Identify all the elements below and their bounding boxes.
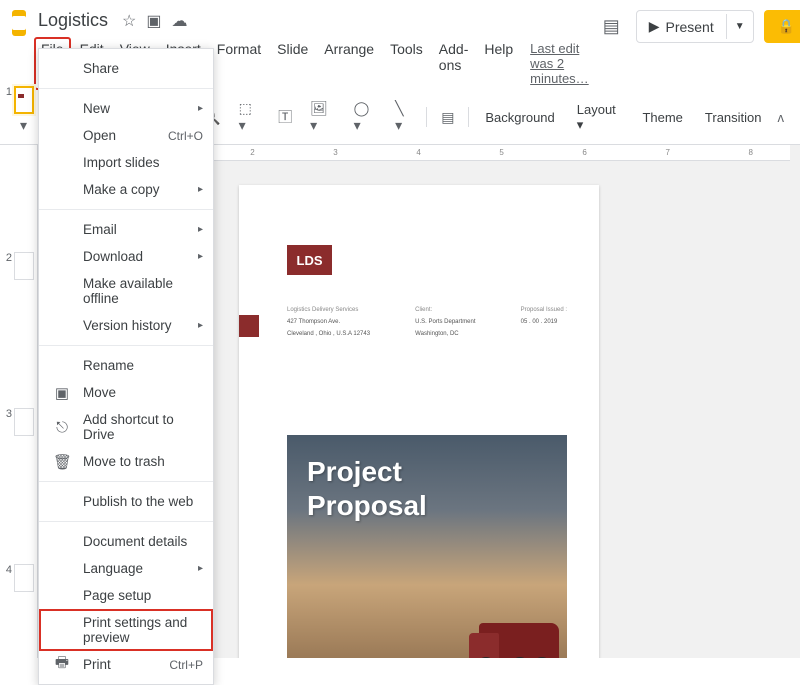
truck-graphic	[419, 607, 559, 658]
document-title[interactable]: Logistics	[34, 8, 112, 33]
cloud-status-icon: ☁	[172, 11, 188, 31]
folder-icon: ▣	[53, 384, 71, 402]
menu-item-print[interactable]: 🖶PrintCtrl+P	[39, 651, 213, 678]
menu-item-add-shortcut[interactable]: ⎋Add shortcut to Drive	[39, 406, 213, 448]
menu-item-language[interactable]: Language▸	[39, 555, 213, 582]
select-button[interactable]: ⬚ ▾	[231, 94, 268, 140]
transition-button[interactable]: Transition	[695, 104, 772, 131]
line-button[interactable]: ╲ ▾	[387, 94, 420, 140]
menu-help[interactable]: Help	[477, 37, 520, 90]
thumb-number: 2	[2, 252, 14, 264]
comments-icon[interactable]: ▤	[597, 10, 626, 43]
lock-icon: 🔒	[778, 18, 795, 35]
menu-item-download[interactable]: Download▸	[39, 243, 213, 270]
submenu-arrow-icon: ▸	[198, 224, 203, 235]
menu-item-page-setup[interactable]: Page setup	[39, 582, 213, 609]
comment-button[interactable]: ▤	[433, 103, 462, 132]
slide-thumbnail-2[interactable]	[14, 252, 34, 280]
menu-item-doc-details[interactable]: Document details	[39, 528, 213, 555]
drive-shortcut-icon: ⎋	[53, 419, 71, 436]
menu-item-publish[interactable]: Publish to the web	[39, 488, 213, 515]
submenu-arrow-icon: ▸	[198, 251, 203, 262]
menu-item-open[interactable]: OpenCtrl+O	[39, 122, 213, 149]
menu-item-rename[interactable]: Rename	[39, 352, 213, 379]
shortcut-label: Ctrl+P	[169, 658, 203, 672]
slide-thumbnails: 1 2 3 4	[0, 82, 38, 596]
background-button[interactable]: Background	[475, 104, 564, 131]
menu-item-import-slides[interactable]: Import slides	[39, 149, 213, 176]
image-button[interactable]: 🖼 ▾	[302, 94, 343, 140]
move-folder-icon[interactable]: ▣	[146, 11, 161, 31]
submenu-arrow-icon: ▸	[198, 320, 203, 331]
slide-title: Project Proposal	[307, 455, 427, 522]
submenu-arrow-icon: ▸	[198, 184, 203, 195]
menu-item-version-history[interactable]: Version history▸	[39, 312, 213, 339]
present-icon: ▶	[649, 18, 660, 35]
slide-content[interactable]: LDS Logistics Delivery Services 427 Thom…	[239, 185, 599, 658]
menu-addons[interactable]: Add-ons	[432, 37, 476, 90]
share-button[interactable]: 🔒 Share	[764, 10, 800, 43]
slide-meta: Logistics Delivery Services 427 Thompson…	[287, 307, 567, 337]
shortcut-label: Ctrl+O	[168, 129, 203, 143]
edit-status-link[interactable]: Last edit was 2 minutes…	[522, 37, 597, 90]
menu-item-make-copy[interactable]: Make a copy▸	[39, 176, 213, 203]
trash-icon: 🗑	[53, 453, 71, 471]
file-menu-dropdown: Share New▸ OpenCtrl+O Import slides Make…	[38, 48, 214, 685]
menu-item-print-settings[interactable]: Print settings and preview	[39, 609, 213, 651]
submenu-arrow-icon: ▸	[198, 563, 203, 574]
menu-item-share[interactable]: Share	[39, 55, 213, 82]
present-button[interactable]: ▶ Present	[637, 11, 726, 42]
submenu-arrow-icon: ▸	[198, 103, 203, 114]
menu-arrange[interactable]: Arrange	[317, 37, 381, 90]
slide-logo: LDS	[287, 245, 332, 275]
menu-tools[interactable]: Tools	[383, 37, 430, 90]
present-dropdown[interactable]: ▼	[726, 14, 753, 39]
print-icon: 🖶	[53, 652, 71, 677]
menu-item-new[interactable]: New▸	[39, 95, 213, 122]
textbox-button[interactable]: 🅃	[270, 101, 300, 133]
slide-accent-block	[239, 315, 259, 337]
menu-format[interactable]: Format	[210, 37, 268, 90]
present-label: Present	[665, 19, 713, 35]
shape-button[interactable]: ◯ ▾	[346, 94, 386, 140]
collapse-toolbar-icon[interactable]: ʌ	[774, 106, 789, 129]
thumb-number: 4	[2, 564, 14, 576]
layout-button[interactable]: Layout ▾	[567, 96, 631, 139]
thumb-number: 3	[2, 408, 14, 420]
menu-item-trash[interactable]: 🗑Move to trash	[39, 448, 213, 475]
menu-slide[interactable]: Slide	[270, 37, 315, 90]
theme-button[interactable]: Theme	[632, 104, 692, 131]
menu-item-move[interactable]: ▣Move	[39, 379, 213, 406]
menu-item-email[interactable]: Email▸	[39, 216, 213, 243]
menu-item-offline[interactable]: Make available offline	[39, 270, 213, 312]
slide-thumbnail-3[interactable]	[14, 408, 34, 436]
slide-hero-image: Project Proposal	[287, 435, 567, 658]
slide-thumbnail-1[interactable]	[14, 86, 34, 114]
slides-logo[interactable]	[12, 10, 26, 36]
slide-thumbnail-4[interactable]	[14, 564, 34, 592]
present-button-group: ▶ Present ▼	[636, 10, 754, 43]
thumb-number: 1	[2, 86, 14, 98]
star-icon[interactable]: ☆	[122, 11, 136, 31]
